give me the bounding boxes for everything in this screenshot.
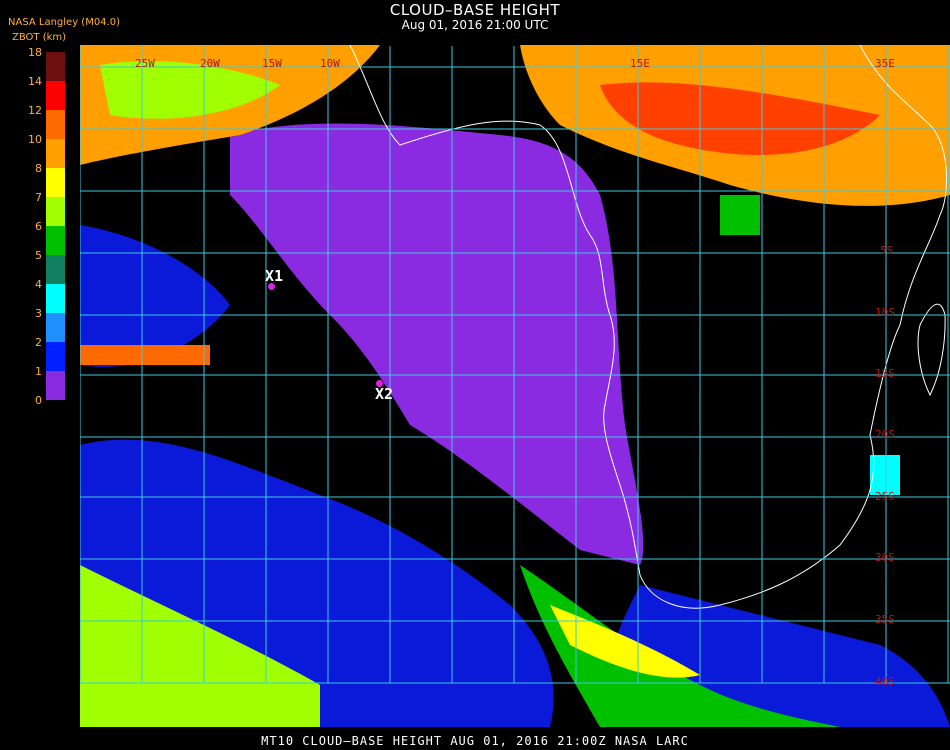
- legend-swatch: [46, 371, 65, 400]
- unit-label: ZBOT (km): [12, 32, 67, 43]
- lon-label: 25W: [135, 57, 155, 70]
- legend-tick: 1: [35, 365, 42, 378]
- footer-caption: MT10 CLOUD–BASE HEIGHT AUG 01, 2016 21:0…: [261, 734, 689, 748]
- legend-tick: 10: [28, 133, 42, 146]
- legend-tick: 2: [35, 336, 42, 349]
- satellite-map[interactable]: 25W 20W 15W 10W 15E 35E 5S 10S 15S 20S 2…: [80, 45, 950, 727]
- legend-swatch: [46, 52, 65, 81]
- map-canvas: [80, 45, 950, 727]
- legend-tick: 3: [35, 307, 42, 320]
- legend-swatch: [46, 110, 65, 139]
- legend-tick: 5: [35, 249, 42, 262]
- map-subtitle: Aug 01, 2016 21:00 UTC: [401, 18, 549, 32]
- legend-tick: 14: [28, 75, 42, 88]
- map-title: CLOUD–BASE HEIGHT: [389, 1, 561, 19]
- marker-x2-label: X2: [375, 385, 394, 403]
- lon-label: 20W: [200, 57, 220, 70]
- legend-tick: 4: [35, 278, 42, 291]
- lat-label: 30S: [875, 551, 895, 564]
- legend-tick: 8: [35, 162, 42, 175]
- lat-label: 35S: [875, 613, 895, 626]
- lat-label: 20S: [875, 428, 895, 441]
- marker-x1-label: X1: [265, 267, 284, 285]
- legend-swatch: [46, 168, 65, 197]
- legend-swatch: [46, 139, 65, 168]
- legend-swatch: [46, 226, 65, 255]
- org-label: NASA Langley (M04.0): [8, 17, 120, 28]
- lon-label: 10W: [320, 57, 340, 70]
- legend-swatch: [46, 284, 65, 313]
- legend-swatch: [46, 81, 65, 110]
- legend-swatch: [46, 255, 65, 284]
- lon-label: 15E: [630, 57, 650, 70]
- lat-label: 10S: [875, 306, 895, 319]
- legend-tick: 18: [28, 46, 42, 59]
- color-legend: [46, 52, 65, 400]
- madagascar-coastline: [917, 303, 946, 397]
- legend-tick: 6: [35, 220, 42, 233]
- legend-swatch: [46, 342, 65, 371]
- legend-tick: 0: [35, 394, 42, 407]
- lat-label: 40S: [875, 675, 895, 688]
- legend-ticks: 18 14 12 10 8 7 6 5 4 3 2 1 0: [8, 46, 42, 407]
- legend-tick: 12: [28, 104, 42, 117]
- legend-swatch: [46, 197, 65, 226]
- lat-label: 15S: [875, 367, 895, 380]
- lat-label: 5S: [880, 244, 894, 257]
- legend-tick: 7: [35, 191, 42, 204]
- legend-swatch: [46, 313, 65, 342]
- lon-label: 15W: [262, 57, 282, 70]
- lon-label: 35E: [875, 57, 895, 70]
- lat-label: 25S: [875, 490, 895, 503]
